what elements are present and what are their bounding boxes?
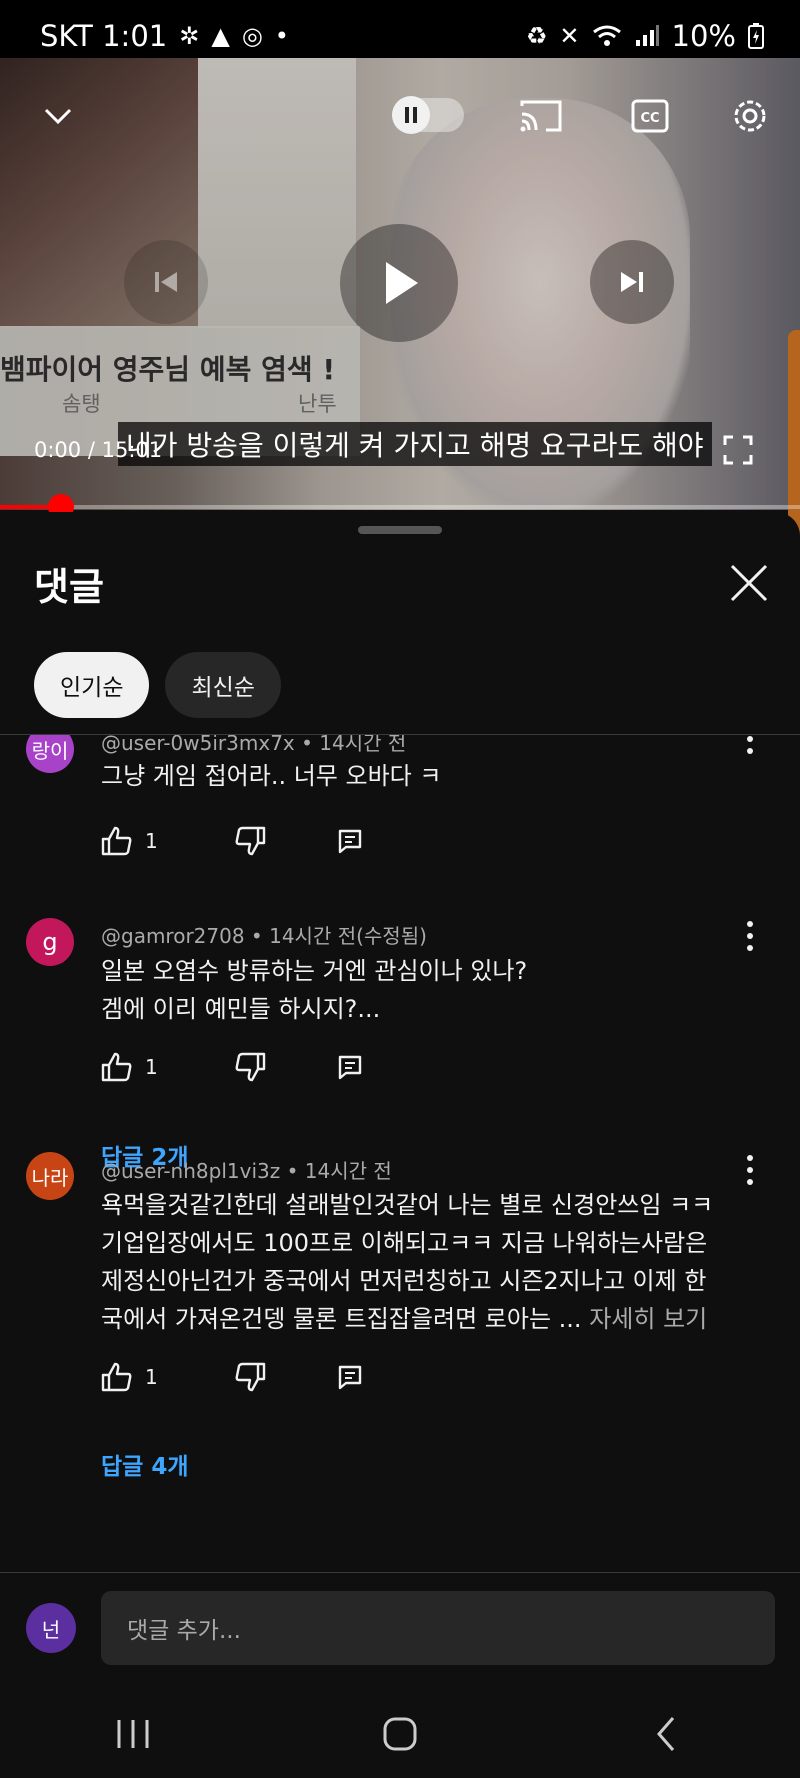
battery-percent: 10% (671, 19, 736, 53)
add-comment-input[interactable]: 댓글 추가... (101, 1591, 775, 1665)
fullscreen-icon[interactable] (722, 434, 754, 466)
like-button[interactable]: 1 (101, 826, 158, 856)
comment-time: 14시간 전 (319, 735, 407, 755)
like-count: 1 (145, 1365, 158, 1389)
thumbs-up-icon (101, 1052, 132, 1082)
comment-actions: 1 (101, 1362, 364, 1392)
duration: 15:01 (101, 438, 163, 462)
mute-icon: ✕ (559, 22, 580, 50)
settings-gear-icon[interactable] (728, 94, 772, 138)
next-button[interactable] (590, 240, 674, 324)
progress-track[interactable] (0, 505, 800, 509)
comment-input-bar: 넌 댓글 추가... (0, 1572, 800, 1691)
timecode: 0:00 / 15:01 (34, 438, 162, 462)
dislike-button[interactable] (234, 826, 266, 856)
like-count: 1 (145, 1055, 158, 1079)
more-options-icon[interactable] (738, 735, 762, 757)
notification-dot-icon: • (274, 22, 289, 50)
reply-icon (338, 829, 361, 854)
comment-author[interactable]: @gamror2708 (101, 924, 245, 948)
system-nav-bar (0, 1690, 800, 1778)
avatar[interactable]: 나라 (26, 1152, 74, 1200)
battery-charging-icon (748, 23, 764, 49)
like-count: 1 (145, 829, 158, 853)
recycle-icon: ♻ (525, 22, 548, 50)
dislike-button[interactable] (234, 1052, 266, 1082)
comment-meta: @user-0w5ir3mx7x • 14시간 전 (101, 735, 406, 756)
reply-button[interactable] (336, 827, 364, 855)
autoplay-toggle[interactable] (392, 96, 464, 134)
comment-text: 그냥 게임 접어라.. 너무 오바다 ㅋ (101, 762, 442, 790)
avatar[interactable]: g (26, 918, 74, 966)
reply-icon (338, 1365, 361, 1390)
video-player[interactable]: 뱀파이어 영주님 예복 염색 ! 솜탱 난투 CC 내가 방송을 이렇게 켜 가… (0, 58, 800, 510)
avatar: 넌 (26, 1603, 76, 1653)
comment-actions: 1 (101, 826, 364, 856)
view-replies-link[interactable]: 답글 4개 (101, 1447, 189, 1481)
comments-title: 댓글 (34, 565, 104, 609)
skip-next-icon (621, 272, 643, 292)
thumbs-up-icon (101, 826, 132, 856)
status-left: SKT 1:01 ✲ ▲ ◎ • (40, 19, 289, 53)
comment-author[interactable]: @user-0w5ir3mx7x (101, 735, 295, 755)
cast-icon[interactable] (518, 96, 564, 136)
pause-icon (405, 107, 417, 123)
home-icon[interactable] (380, 1714, 420, 1754)
thumbs-down-icon (235, 826, 265, 856)
sheet-drag-handle[interactable] (358, 526, 442, 534)
thumbs-up-icon (101, 1362, 132, 1392)
comment-text: 일본 오염수 방류하는 거엔 관심이나 있나? 겜에 이리 예민들 하시지?..… (101, 957, 528, 1023)
sort-chip-newest[interactable]: 최신순 (165, 652, 281, 718)
current-time: 0:00 (34, 438, 82, 462)
comment-text: 욕먹을것같긴한데 설래발인것같어 나는 별로 신경안쓰임 ㅋㅋ 기업입장에서도 … (101, 1186, 741, 1338)
avatar[interactable]: 랑이 (26, 735, 74, 773)
comment-author[interactable]: @user-nh8pl1vi3z (101, 1159, 280, 1183)
comment-list[interactable]: 랑이 @user-0w5ir3mx7x • 14시간 전 그냥 게임 접어라..… (0, 735, 800, 1585)
carrier-time: SKT 1:01 (40, 19, 168, 53)
comment-time: 14시간 전(수정됨) (269, 924, 427, 948)
recent-apps-icon[interactable] (113, 1717, 153, 1751)
messenger-icon: ◎ (241, 22, 263, 50)
play-icon (386, 262, 418, 304)
time-separator: / (87, 438, 95, 462)
more-options-icon[interactable] (738, 1152, 762, 1188)
wifi-icon (592, 25, 621, 46)
comment-time: 14시간 전 (304, 1159, 392, 1183)
thumbs-down-icon (235, 1362, 265, 1392)
video-subtitle: 내가 방송을 이렇게 켜 가지고 해명 요구라도 해야 (118, 422, 712, 466)
comment-meta: @gamror2708 • 14시간 전(수정됨) (101, 924, 427, 948)
comment-meta: @user-nh8pl1vi3z • 14시간 전 (101, 1159, 392, 1183)
comment-actions: 1 (101, 1052, 364, 1082)
signal-icon (635, 25, 659, 46)
autoplay-knob (392, 96, 430, 134)
captions-icon[interactable]: CC (630, 96, 670, 136)
warning-icon: ▲ (211, 22, 230, 50)
see-more-link[interactable]: 자세히 보기 (589, 1305, 707, 1333)
reply-button[interactable] (336, 1363, 364, 1391)
reply-icon (338, 1055, 361, 1080)
status-right: ♻ ✕ 10% (526, 19, 764, 53)
like-button[interactable]: 1 (101, 1362, 158, 1392)
reply-button[interactable] (336, 1053, 364, 1081)
minimize-chevron-icon[interactable] (40, 98, 76, 134)
more-options-icon[interactable] (738, 918, 762, 954)
play-button[interactable] (340, 224, 458, 342)
close-icon[interactable] (726, 560, 772, 606)
thumbs-down-icon (235, 1052, 265, 1082)
dislike-button[interactable] (234, 1362, 266, 1392)
skip-previous-icon (155, 272, 177, 292)
like-button[interactable]: 1 (101, 1052, 158, 1082)
previous-button[interactable] (124, 240, 208, 324)
back-icon[interactable] (647, 1714, 687, 1754)
shutter-icon: ✲ (179, 22, 200, 50)
sort-chips: 인기순 최신순 (34, 652, 281, 718)
svg-text:CC: CC (640, 111, 659, 126)
sort-chip-top[interactable]: 인기순 (34, 652, 150, 718)
